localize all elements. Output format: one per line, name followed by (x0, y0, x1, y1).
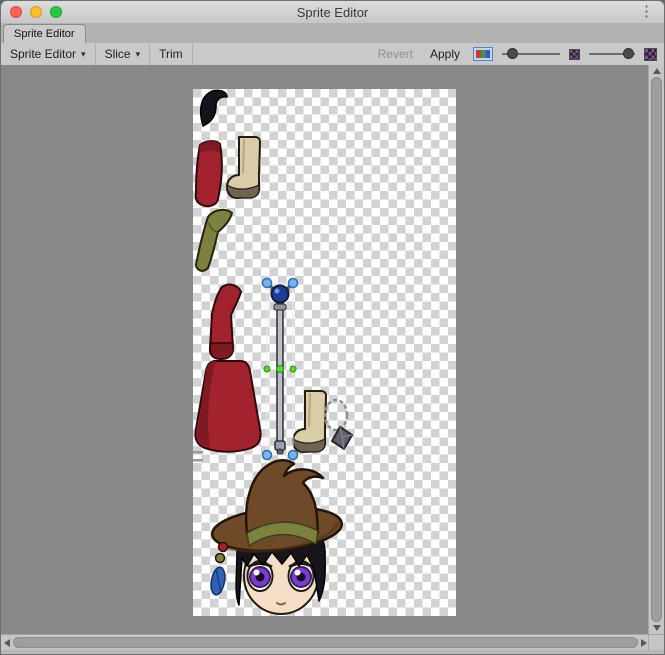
traffic-lights (10, 6, 62, 18)
horizontal-scrollbar-thumb[interactable] (13, 637, 638, 648)
selection-handle-top-right[interactable] (289, 279, 298, 288)
window-bottom-edge (1, 650, 665, 655)
chevron-down-icon: ▾ (136, 49, 141, 60)
scroll-left-arrow-icon[interactable] (4, 639, 10, 647)
sprite-canvas[interactable] (1, 65, 650, 634)
scroll-down-arrow-icon[interactable] (653, 625, 661, 631)
horizontal-scrollbar[interactable] (1, 634, 650, 650)
selection-handle-mid-right[interactable] (290, 366, 296, 372)
sprite-red-arm[interactable] (196, 141, 222, 206)
titlebar: Sprite Editor ⋮ (1, 1, 664, 24)
selection-handle-bottom-right[interactable] (289, 451, 298, 460)
scroll-up-arrow-icon[interactable] (653, 68, 661, 74)
sprite-sheet-artwork (193, 89, 456, 616)
kebab-menu-icon[interactable]: ⋮ (639, 2, 654, 22)
toolbar-right-group: Revert Apply (374, 43, 664, 65)
sprite-green-scarf[interactable] (196, 210, 232, 271)
tab-bar: Sprite Editor (1, 23, 664, 44)
tab-sprite-editor[interactable]: Sprite Editor (3, 24, 86, 43)
sprite-editor-mode-dropdown[interactable]: Sprite Editor ▾ (1, 43, 96, 65)
checker-texture-large-icon (644, 48, 657, 61)
scrollbar-corner (648, 634, 664, 650)
scroll-right-arrow-icon[interactable] (641, 639, 647, 647)
ruler-ticks (193, 451, 203, 462)
slice-dropdown[interactable]: Slice ▾ (96, 43, 151, 65)
vertical-scrollbar-thumb[interactable] (651, 77, 662, 622)
zoom-window-button[interactable] (50, 6, 62, 18)
selection-handle-bottom-left[interactable] (263, 451, 272, 460)
revert-button[interactable]: Revert (374, 47, 417, 61)
apply-button[interactable]: Apply (426, 47, 464, 61)
trim-button[interactable]: Trim (150, 43, 193, 65)
sprite-pendant[interactable] (325, 400, 352, 449)
toolbar: Sprite Editor ▾ Slice ▾ Trim Revert Appl… (1, 43, 664, 66)
zoom-slider[interactable] (502, 43, 560, 65)
sprite-sheet (193, 89, 456, 616)
sprite-tan-boot[interactable] (227, 137, 260, 198)
vertical-scrollbar[interactable] (648, 65, 664, 634)
selection-handle-mid-left[interactable] (264, 366, 270, 372)
sprite-editor-window: Sprite Editor ⋮ Sprite Editor Sprite Edi… (0, 0, 665, 655)
checker-texture-small-icon (569, 49, 580, 60)
selection-handle-top-left[interactable] (263, 279, 272, 288)
sprite-hair-tuft[interactable] (201, 90, 227, 126)
window-title: Sprite Editor (297, 5, 369, 20)
mip-slider[interactable] (589, 43, 635, 65)
selection-pivot[interactable] (277, 366, 284, 373)
minimize-button[interactable] (30, 6, 42, 18)
zoom-slider-handle[interactable] (507, 48, 518, 59)
mode-dropdown-label: Sprite Editor (10, 47, 76, 61)
close-button[interactable] (10, 6, 22, 18)
chevron-down-icon: ▾ (81, 49, 86, 60)
mip-slider-handle[interactable] (623, 48, 634, 59)
sprite-red-sleeve[interactable] (210, 285, 241, 359)
trim-button-label: Trim (159, 47, 183, 61)
slice-dropdown-label: Slice (105, 47, 131, 61)
sprite-red-robe[interactable] (195, 361, 260, 452)
sprite-tan-boot-2[interactable] (293, 391, 326, 452)
sprite-character-head[interactable] (209, 460, 343, 614)
rgb-channels-icon[interactable] (473, 47, 493, 61)
